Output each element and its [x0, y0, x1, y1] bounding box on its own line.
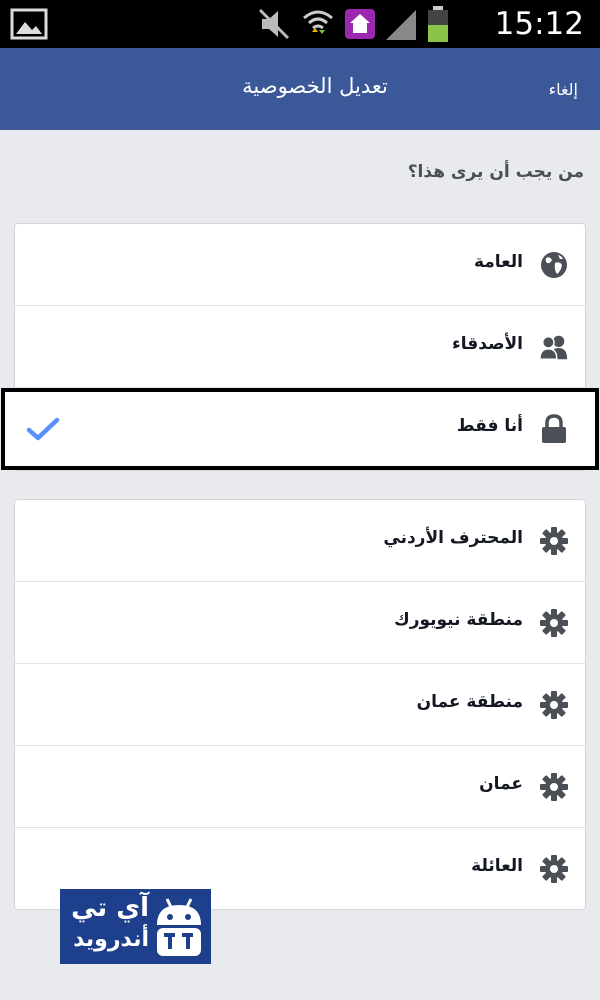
gear-icon [539, 526, 569, 556]
friends-icon [539, 332, 569, 362]
list-item[interactable]: عمان [15, 746, 585, 828]
home-app-icon [345, 9, 375, 39]
option-label: أنا فقط [456, 416, 523, 436]
option-friends[interactable]: الأصدقاء [15, 306, 585, 388]
lock-icon [539, 414, 569, 444]
list-label: منطقة عمان [416, 692, 523, 712]
gear-icon [539, 690, 569, 720]
list-label: العائلة [471, 856, 523, 876]
custom-lists-card: المحترف الأردني منطقة نيويورك منطقة عمان… [14, 499, 586, 910]
gallery-icon [10, 8, 48, 40]
status-time: 15:12 [494, 6, 584, 42]
header-bar: تعديل الخصوصية إلغاء [0, 48, 600, 130]
option-label: الأصدقاء [452, 334, 523, 354]
page-title: تعديل الخصوصية [242, 74, 388, 98]
option-public[interactable]: العامة [15, 224, 585, 306]
option-only-me[interactable]: أنا فقط [1, 388, 599, 470]
list-label: منطقة نيويورك [394, 610, 523, 630]
gear-icon [539, 608, 569, 638]
list-label: عمان [479, 774, 523, 794]
globe-icon [539, 250, 569, 280]
watermark-text-line1: آي تي [71, 893, 149, 923]
watermark-logo: آي تي أندرويد [60, 889, 211, 964]
watermark-text-line2: أندرويد [73, 927, 149, 952]
gear-icon [539, 772, 569, 802]
gear-icon [539, 854, 569, 884]
status-bar: 15:12 [0, 0, 600, 48]
mute-icon [258, 8, 290, 40]
list-label: المحترف الأردني [383, 528, 523, 548]
android-robot-icon [157, 898, 201, 956]
option-label: العامة [473, 252, 523, 272]
signal-icon [386, 10, 416, 40]
list-item[interactable]: المحترف الأردني [15, 500, 585, 582]
audience-question: من يجب أن يرى هذا؟ [407, 162, 584, 182]
audience-options-card: العامة الأصدقاء أنا فقط [1, 223, 599, 471]
wifi-icon [303, 10, 333, 34]
checkmark-icon [26, 417, 60, 441]
cancel-button[interactable]: إلغاء [549, 80, 578, 99]
list-item[interactable]: منطقة نيويورك [15, 582, 585, 664]
battery-icon [428, 6, 448, 42]
list-item[interactable]: منطقة عمان [15, 664, 585, 746]
